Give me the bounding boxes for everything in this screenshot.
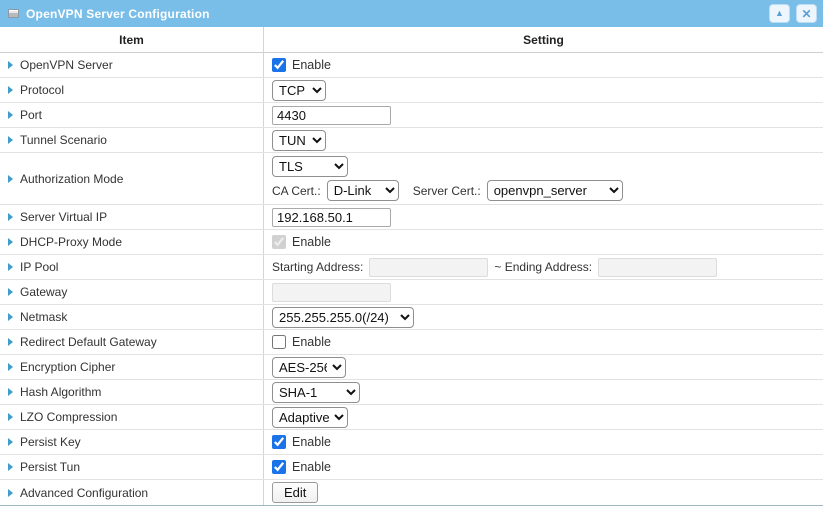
row-label: Netmask	[20, 310, 67, 324]
row-label: Persist Key	[20, 435, 81, 449]
row-label: Server Virtual IP	[20, 210, 107, 224]
row-redirect-default-gateway: Redirect Default Gateway Enable	[0, 330, 823, 355]
row-label: Tunnel Scenario	[20, 133, 107, 147]
row-openvpn-server: OpenVPN Server Enable	[0, 53, 823, 78]
checkbox-label: Enable	[292, 460, 331, 474]
redirect-gateway-enable-checkbox[interactable]	[272, 335, 286, 349]
openvpn-config-panel: OpenVPN Server Configuration ▲ ✕ Item Se…	[0, 0, 823, 506]
row-server-virtual-ip: Server Virtual IP	[0, 205, 823, 230]
table-header-row: Item Setting	[0, 27, 823, 53]
bullet-icon	[8, 489, 13, 497]
collapse-arrow-icon: ▲	[775, 9, 784, 18]
bullet-icon	[8, 363, 13, 371]
netmask-select[interactable]: 255.255.255.0(/24)	[272, 307, 414, 328]
config-table: Item Setting OpenVPN Server Enable Proto…	[0, 27, 823, 505]
row-protocol: Protocol TCP	[0, 78, 823, 103]
row-label: Persist Tun	[20, 460, 80, 474]
gateway-input	[272, 283, 391, 302]
server-cert-label: Server Cert.:	[413, 184, 481, 198]
bullet-icon	[8, 238, 13, 246]
checkbox-label: Enable	[292, 58, 331, 72]
row-advanced-configuration: Advanced Configuration Edit	[0, 480, 823, 505]
tunnel-scenario-select[interactable]: TUN	[272, 130, 326, 151]
bullet-icon	[8, 438, 13, 446]
collapse-button[interactable]: ▲	[769, 4, 790, 23]
row-label: OpenVPN Server	[20, 58, 113, 72]
row-label: Encryption Cipher	[20, 360, 115, 374]
bullet-icon	[8, 136, 13, 144]
openvpn-server-enable-checkbox[interactable]	[272, 58, 286, 72]
row-label: LZO Compression	[20, 410, 117, 424]
dhcp-proxy-enable-checkbox	[272, 235, 286, 249]
row-label: Authorization Mode	[20, 172, 123, 186]
row-netmask: Netmask 255.255.255.0(/24)	[0, 305, 823, 330]
row-port: Port	[0, 103, 823, 128]
row-label: Redirect Default Gateway	[20, 335, 157, 349]
bullet-icon	[8, 213, 13, 221]
close-button[interactable]: ✕	[796, 4, 817, 23]
header-setting: Setting	[263, 27, 823, 52]
protocol-select[interactable]: TCP	[272, 80, 326, 101]
server-cert-select[interactable]: openvpn_server	[487, 180, 623, 201]
row-label: Advanced Configuration	[20, 486, 148, 500]
checkbox-label: Enable	[292, 335, 331, 349]
hash-algorithm-select[interactable]: SHA-1	[272, 382, 360, 403]
encryption-cipher-select[interactable]: AES-256	[272, 357, 346, 378]
bullet-icon	[8, 463, 13, 471]
bullet-icon	[8, 338, 13, 346]
bullet-icon	[8, 288, 13, 296]
close-icon: ✕	[801, 8, 811, 20]
bullet-icon	[8, 413, 13, 421]
row-lzo-compression: LZO Compression Adaptive	[0, 405, 823, 430]
checkbox-label: Enable	[292, 235, 331, 249]
row-dhcp-proxy-mode: DHCP-Proxy Mode Enable	[0, 230, 823, 255]
bullet-icon	[8, 86, 13, 94]
row-encryption-cipher: Encryption Cipher AES-256	[0, 355, 823, 380]
ca-cert-select[interactable]: D-Link	[327, 180, 399, 201]
row-tunnel-scenario: Tunnel Scenario TUN	[0, 128, 823, 153]
bullet-icon	[8, 263, 13, 271]
ending-address-input	[598, 258, 717, 277]
row-label: Gateway	[20, 285, 67, 299]
bullet-icon	[8, 175, 13, 183]
persist-tun-enable-checkbox[interactable]	[272, 460, 286, 474]
row-persist-tun: Persist Tun Enable	[0, 455, 823, 480]
row-ip-pool: IP Pool Starting Address: ~ Ending Addre…	[0, 255, 823, 280]
row-persist-key: Persist Key Enable	[0, 430, 823, 455]
header-item: Item	[0, 27, 263, 52]
row-hash-algorithm: Hash Algorithm SHA-1	[0, 380, 823, 405]
ca-cert-label: CA Cert.:	[272, 184, 321, 198]
server-virtual-ip-input[interactable]	[272, 208, 391, 227]
window-titlebar: OpenVPN Server Configuration ▲ ✕	[0, 0, 823, 27]
persist-key-enable-checkbox[interactable]	[272, 435, 286, 449]
window-icon	[8, 9, 19, 18]
port-input[interactable]	[272, 106, 391, 125]
row-label: Port	[20, 108, 42, 122]
starting-address-label: Starting Address:	[272, 260, 363, 274]
row-label: Hash Algorithm	[20, 385, 101, 399]
row-label: Protocol	[20, 83, 64, 97]
advanced-edit-button[interactable]: Edit	[272, 482, 318, 503]
row-authorization-mode: Authorization Mode TLS CA Cert.: D-Link …	[0, 153, 823, 205]
window-title: OpenVPN Server Configuration	[26, 7, 210, 21]
authorization-mode-select[interactable]: TLS	[272, 156, 348, 177]
row-label: DHCP-Proxy Mode	[20, 235, 122, 249]
bullet-icon	[8, 61, 13, 69]
ending-address-label: ~ Ending Address:	[494, 260, 592, 274]
bullet-icon	[8, 111, 13, 119]
lzo-compression-select[interactable]: Adaptive	[272, 407, 348, 428]
row-label: IP Pool	[20, 260, 58, 274]
checkbox-label: Enable	[292, 435, 331, 449]
row-gateway: Gateway	[0, 280, 823, 305]
bullet-icon	[8, 388, 13, 396]
bullet-icon	[8, 313, 13, 321]
starting-address-input	[369, 258, 488, 277]
